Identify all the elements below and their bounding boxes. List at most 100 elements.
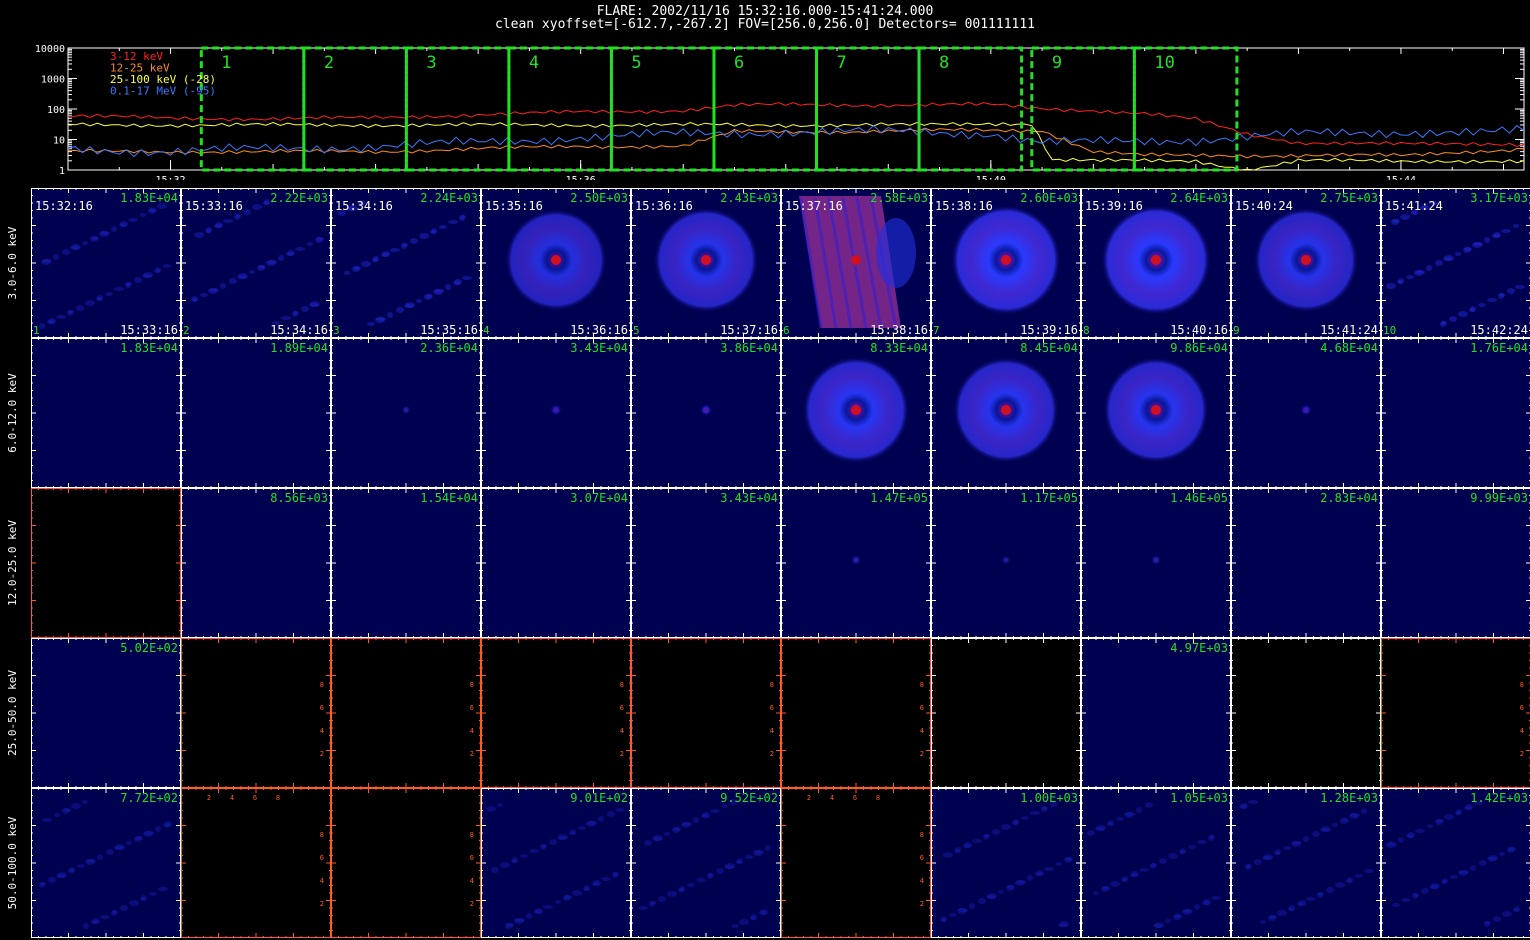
- noise-blob: [549, 839, 557, 845]
- noise-blob: [134, 277, 142, 283]
- noise-blob: [1435, 260, 1443, 266]
- noise-blob: [1487, 298, 1497, 302]
- source-core: [551, 255, 561, 265]
- noise-blob: [419, 233, 429, 239]
- noise-blob: [192, 296, 198, 302]
- noise-blob: [141, 895, 147, 901]
- peak-value-label: 2.24E+03: [420, 191, 478, 205]
- noise-blob: [1197, 840, 1207, 844]
- empty-axis-label: 8: [920, 681, 924, 689]
- noise-blob: [316, 237, 324, 241]
- noise-blob: [949, 913, 957, 917]
- empty-axis-label: 4: [770, 727, 774, 735]
- interval-index: 3: [333, 324, 340, 337]
- peak-value-label: 1.89E+04: [270, 341, 328, 355]
- noise-blob: [76, 305, 84, 311]
- noise-blob: [731, 924, 739, 928]
- row-energy-label: 25.0-50.0 keV: [6, 669, 19, 757]
- peak-value-label: 5.02E+02: [120, 641, 178, 655]
- noise-blob: [1007, 885, 1015, 889]
- noise-blob: [1501, 229, 1511, 233]
- peak-value-label: 9.99E+03: [1470, 491, 1528, 505]
- empty-axis-label: 8: [276, 794, 280, 802]
- interval-index: 10: [1383, 324, 1396, 337]
- noise-blob: [1093, 891, 1099, 895]
- image-cell: [1081, 638, 1231, 788]
- noise-blob: [1125, 812, 1135, 816]
- noise-blob: [696, 878, 706, 882]
- empty-axis-label: 4: [470, 727, 474, 735]
- noise-blob: [572, 890, 582, 896]
- image-cell: [1081, 788, 1231, 938]
- noise-blob: [106, 849, 114, 855]
- noise-blob: [543, 905, 553, 909]
- noise-blob: [1464, 247, 1472, 251]
- noise-blob: [1254, 859, 1262, 865]
- image-cell: [1381, 638, 1530, 788]
- noise-blob: [1110, 881, 1120, 887]
- source-dot: [699, 403, 713, 417]
- noise-blob: [1507, 288, 1515, 294]
- noise-blob: [1488, 855, 1498, 861]
- noise-blob: [100, 231, 110, 235]
- noise-blob: [462, 276, 472, 280]
- noise-blob: [126, 282, 132, 286]
- noise-blob: [1442, 878, 1448, 884]
- noise-blob: [1470, 865, 1476, 871]
- noise-blob: [1136, 807, 1142, 813]
- noise-blob: [739, 919, 749, 925]
- noise-blob: [955, 847, 961, 853]
- noise-blob: [486, 806, 496, 812]
- noise-blob: [1398, 837, 1404, 843]
- noise-blob: [1151, 863, 1157, 867]
- empty-axis-label: 2: [470, 900, 474, 908]
- noise-blob: [114, 287, 124, 291]
- noise-blob: [194, 232, 204, 238]
- noise-blob: [267, 260, 277, 264]
- noise-blob: [1180, 848, 1186, 854]
- image-cell: [481, 638, 631, 788]
- image-cell: [31, 488, 181, 638]
- noise-blob: [1386, 283, 1396, 289]
- noise-blob: [745, 855, 753, 859]
- interval-end-time: 15:34:16: [270, 323, 328, 337]
- peak-value-label: 2.58E+03: [870, 191, 928, 205]
- noise-blob: [760, 909, 768, 915]
- empty-axis-label: 4: [920, 727, 924, 735]
- noise-blob: [693, 817, 699, 823]
- noise-blob: [1406, 275, 1414, 279]
- source-core: [851, 255, 861, 265]
- noise-blob: [1188, 845, 1196, 849]
- empty-axis-label: 4: [920, 877, 924, 885]
- noise-blob: [1303, 836, 1309, 842]
- noise-blob: [1306, 897, 1316, 901]
- noise-blob: [431, 228, 437, 234]
- peak-value-label: 2.60E+03: [1020, 191, 1078, 205]
- source-core: [1151, 255, 1161, 265]
- empty-axis-label: 6: [853, 794, 857, 802]
- peak-value-label: 2.43E+03: [720, 191, 778, 205]
- peak-value-label: 1.83E+04: [120, 191, 178, 205]
- empty-axis-label: 4: [830, 794, 834, 802]
- noise-blob: [725, 863, 735, 869]
- noise-blob: [1036, 870, 1044, 876]
- interval-start-time: 15:40:24: [1235, 199, 1293, 213]
- noise-blob: [1413, 893, 1419, 897]
- noise-blob: [120, 221, 128, 227]
- empty-axis-label: 2: [320, 750, 324, 758]
- noise-blob: [149, 892, 157, 896]
- noise-blob: [155, 267, 161, 273]
- image-cell: [781, 788, 931, 938]
- empty-axis-label: 8: [770, 681, 774, 689]
- noise-blob: [434, 289, 444, 293]
- noise-blob: [1493, 916, 1501, 922]
- peak-value-label: 1.54E+04: [420, 491, 478, 505]
- noise-blob: [515, 918, 525, 922]
- peak-value-label: 2.36E+04: [420, 341, 478, 355]
- image-cell: [1231, 788, 1381, 938]
- noise-blob: [402, 243, 408, 247]
- noise-blob: [1479, 860, 1487, 866]
- noise-blob: [1139, 868, 1149, 872]
- interval-index: 6: [783, 324, 790, 337]
- peak-value-label: 4.68E+04: [1320, 341, 1378, 355]
